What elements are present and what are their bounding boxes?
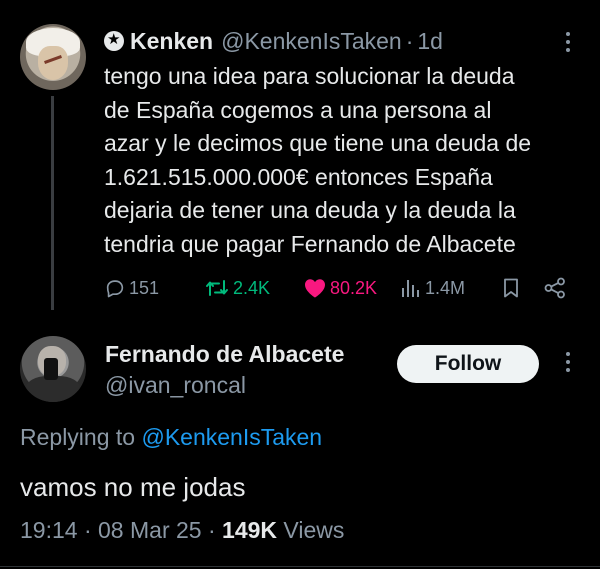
header-separator: · [405,27,414,54]
tweet-author-name[interactable]: Kenken [130,28,213,55]
reply-count: 151 [129,277,160,298]
replying-to-mention-link[interactable]: @KenkenIsTaken [141,424,322,450]
repost-button[interactable]: 2.4K [204,274,270,302]
more-vertical-icon[interactable] [566,352,572,372]
like-button[interactable]: 80.2K [303,274,377,302]
heart-icon [305,279,325,298]
follow-button[interactable]: Follow [397,345,539,383]
reply-views-label: Views [277,517,345,543]
reply-text: vamos no me jodas [20,472,246,502]
tweet-action-bar: 151 2.4K 80.2K 1.4M [0,274,600,302]
tweet-timestamp[interactable]: 1d [417,28,443,55]
replying-to-line: Replying to @KenkenIsTaken [20,424,322,451]
tweet-text-line: dejaria de tener una deuda y la deuda la [104,197,516,223]
meta-separator: · [201,517,223,543]
tweet-text-line: azar y le decimos que tiene una deuda de [104,130,532,156]
reply-time[interactable]: 19:14 [20,517,78,543]
comment-bubble-icon [106,280,124,298]
verified-star-icon [104,30,124,51]
replying-to-prefix: Replying to [20,424,142,450]
reply-button[interactable]: 151 [104,274,159,302]
meta-separator: · [77,517,99,543]
reply-author-name[interactable]: Fernando de Albacete [105,341,344,368]
avatar-kenken[interactable] [20,24,86,90]
bookmark-button[interactable] [502,274,520,302]
repost-count: 2.4K [233,277,271,298]
repost-arrows-icon [206,280,228,296]
reply-metadata: 19:14 · 08 Mar 25 · 149K Views [20,517,344,544]
tweet-text-line: 1.621.515.000.000€ entonces España [104,163,493,190]
more-vertical-icon[interactable] [566,32,572,52]
share-icon [544,277,565,299]
like-count: 80.2K [330,277,378,298]
bar-chart-icon [402,280,419,297]
tweet-text: tengo una idea para solucionar la deuda … [104,60,588,261]
tweet-text-line: tengo una idea para solucionar la deuda [104,63,515,89]
tweet-text-line: de España cogemos a una persona al [104,96,492,123]
avatar-phone [44,358,58,380]
tweet-text-line: tendria que pagar Fernando de Albacete [104,230,516,257]
avatar-face [38,46,68,80]
avatar-fernando[interactable] [20,336,86,402]
bookmark-icon [504,278,518,298]
divider [0,566,600,567]
tweet-header: Kenken @KenkenIsTaken · 1d [104,26,443,56]
reply-views-count: 149K [222,517,278,543]
share-button[interactable] [543,274,567,302]
reply-author-handle[interactable]: @ivan_roncal [105,372,246,399]
views-button[interactable]: 1.4M [400,274,465,302]
tweet-author-handle[interactable]: @KenkenIsTaken [221,28,402,55]
views-count: 1.4M [425,277,466,298]
reply-date[interactable]: 08 Mar 25 [98,517,202,543]
